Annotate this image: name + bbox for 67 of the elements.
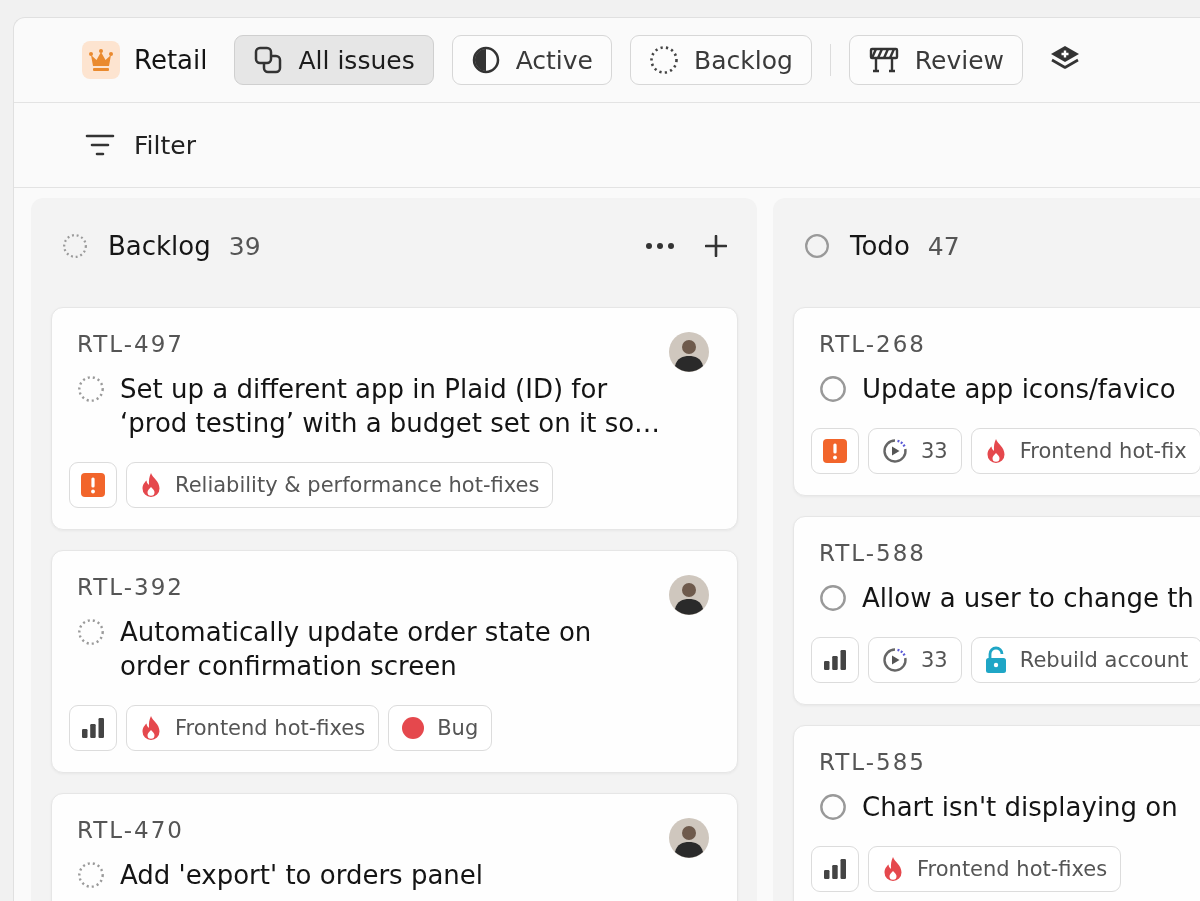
tag-label: Frontend hot-fixes (175, 716, 366, 740)
half-circle-icon (470, 45, 501, 75)
urgent-priority-icon (823, 439, 847, 463)
tag-label: 33 (921, 648, 948, 672)
column-title: Backlog (108, 231, 211, 261)
tag-label: Frontend hot-fix (1019, 439, 1187, 463)
issue-id: RTL-585 (819, 748, 926, 777)
issue-card[interactable]: RTL-588 Allow a user to change th 33 Rebuild account (793, 516, 1200, 705)
signal-bars-icon (81, 718, 105, 738)
circle-icon (819, 584, 847, 612)
tag-label: Bug (437, 716, 479, 740)
tag-label: Frontend hot-fixes (917, 857, 1108, 881)
view-tab[interactable]: Active (451, 35, 612, 85)
workspace-name: Retail (134, 45, 208, 75)
urgent-priority-icon (81, 473, 105, 497)
dotted-circle-icon (77, 618, 105, 646)
issue-title: Update app icons/favico (862, 373, 1176, 406)
issue-id: RTL-497 (77, 330, 184, 359)
issue-card[interactable]: RTL-497 Set up a different app in Plaid (ID) for ‘prod testing’ with a budget set on it so… Reliability & performance hot-fixes (51, 307, 738, 530)
user-avatar[interactable] (669, 818, 709, 858)
flame-icon (984, 438, 1007, 464)
issue-card[interactable]: RTL-392 Automatically update order state on order confirmation screen Frontend hot-fixes Bug (51, 550, 738, 773)
issue-card[interactable]: RTL-470 Add 'export' to orders panel (51, 793, 738, 901)
signal-bars-icon (823, 650, 847, 670)
user-avatar[interactable] (669, 332, 709, 372)
issue-title: Allow a user to change th (862, 582, 1194, 615)
dotted-circle-icon (77, 375, 105, 403)
flame-icon (140, 472, 162, 498)
cycle-progress-icon (882, 647, 908, 673)
tag-label: 33 (921, 439, 948, 463)
tag-label: Reliability & performance hot-fixes (175, 473, 540, 497)
filter-button[interactable]: Filter (85, 130, 196, 160)
column-count: 39 (228, 231, 261, 261)
cycle-progress-icon (882, 438, 908, 464)
issue-id: RTL-588 (819, 539, 926, 568)
more-icon[interactable] (645, 242, 675, 250)
column-title: Todo (850, 231, 910, 261)
view-tab[interactable]: All issues (234, 35, 434, 85)
view-tab[interactable]: Review (848, 35, 1023, 85)
circle-icon (819, 375, 847, 403)
flame-icon (882, 856, 904, 882)
barrier-icon (867, 45, 900, 75)
dotted-circle-icon (62, 233, 88, 259)
view-tab[interactable]: Backlog (630, 35, 812, 85)
crown-icon (82, 41, 120, 79)
issue-title: Set up a different app in Plaid (ID) for ‘prod testing’ with a budget set on it so… (120, 373, 662, 440)
flame-icon (140, 715, 162, 741)
issue-title: Automatically update order state on order confirmation screen (120, 616, 593, 683)
dotted-circle-icon (77, 861, 105, 889)
column-count: 47 (927, 231, 960, 261)
issue-id: RTL-470 (77, 816, 184, 845)
issue-card[interactable]: RTL-268 Update app icons/favico 33 Frontend hot-fix (793, 307, 1200, 496)
issue-id: RTL-268 (819, 330, 926, 359)
user-avatar[interactable] (669, 575, 709, 615)
issue-id: RTL-392 (77, 573, 184, 602)
open-lock-icon (984, 646, 1007, 674)
tag-label: Rebuild account (1019, 648, 1189, 672)
filter-icon (85, 133, 115, 157)
plus-icon[interactable] (705, 235, 727, 257)
dotted-circle-icon (649, 45, 679, 75)
stacked-squares-icon (253, 45, 284, 75)
circle-icon (819, 793, 847, 821)
issue-title: Chart isn't displaying on (862, 791, 1178, 824)
circle-icon (804, 233, 830, 259)
issue-title: Add 'export' to orders panel (120, 859, 484, 892)
issue-card[interactable]: RTL-585 Chart isn't displaying on Frontend hot-fixes (793, 725, 1200, 901)
signal-bars-icon (823, 859, 847, 879)
